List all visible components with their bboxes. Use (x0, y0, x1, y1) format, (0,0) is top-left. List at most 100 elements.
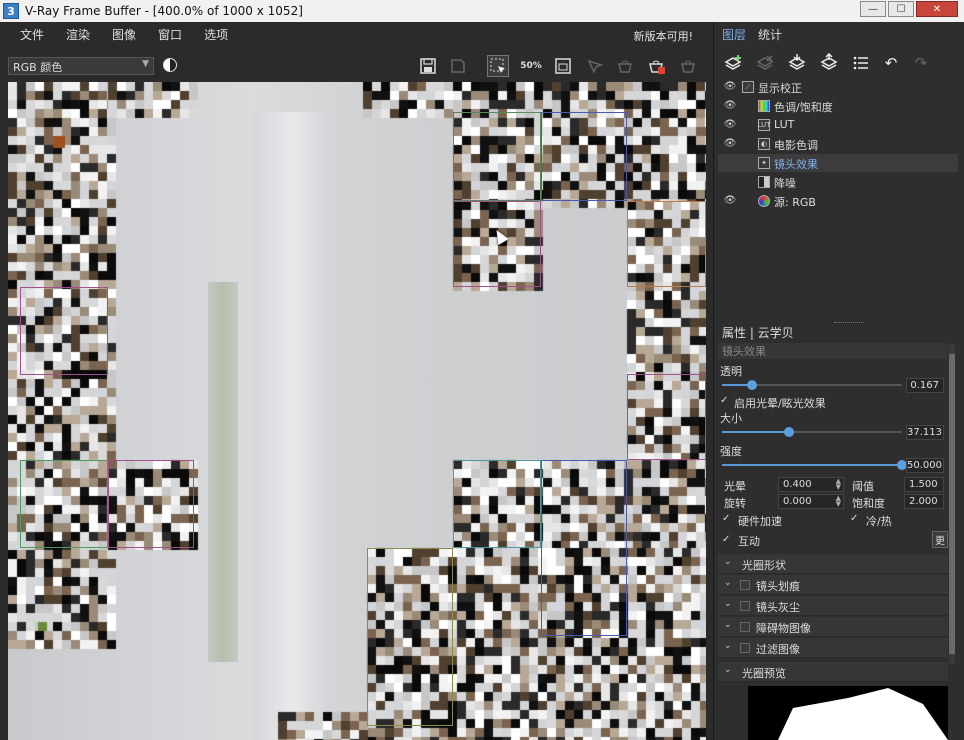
opacity-slider-knob[interactable] (747, 380, 758, 390)
lut-icon: LUT (757, 119, 771, 131)
chevron-down-icon: ⌄ (724, 557, 732, 567)
layer-item-denoise[interactable]: 降噪 (718, 173, 958, 191)
size-label: 大小 (720, 412, 742, 425)
lens-effects-icon: ✦ (758, 157, 770, 169)
menu-window[interactable]: 窗口 (158, 26, 182, 43)
region-select-icon[interactable] (487, 55, 509, 77)
size-value[interactable]: 37.113 (906, 425, 944, 440)
section-label: 障碍物图像 (756, 622, 811, 635)
fit-view-icon[interactable] (552, 55, 574, 77)
size-slider[interactable] (722, 427, 902, 437)
list-menu-icon[interactable] (850, 52, 872, 74)
panel-tabs: 图层 统计 (714, 26, 964, 44)
properties-scroll-thumb[interactable] (949, 354, 955, 654)
tab-stats[interactable]: 统计 (756, 26, 784, 44)
eye-icon[interactable]: 👁 (722, 100, 738, 111)
section-lens-dust[interactable]: ⌄ 镜头灰尘 (718, 596, 948, 616)
title-bar: 3 V-Ray Frame Buffer - [400.0% of 1000 x… (0, 0, 964, 22)
layer-item-lens-effects[interactable]: ✦ 镜头效果 (718, 154, 958, 172)
remove-layer-icon[interactable] (754, 52, 776, 74)
spinner-arrows-icon[interactable]: ▲ ▼ (836, 478, 841, 491)
section-label: 镜头划痕 (756, 580, 800, 593)
close-button[interactable]: ✕ (916, 1, 958, 17)
save-all-icon[interactable] (447, 55, 469, 77)
render-bucket (367, 548, 453, 726)
menu-image[interactable]: 图像 (112, 26, 136, 43)
layer-item-hue-saturation[interactable]: 👁 色调/饱和度 (718, 97, 958, 115)
chevron-down-icon: ⌄ (724, 599, 732, 609)
intensity-slider[interactable] (722, 460, 907, 470)
layer-label: 镜头效果 (774, 158, 818, 171)
section-lens-scratches[interactable]: ⌄ 镜头划痕 (718, 575, 948, 595)
render-bucket (20, 287, 108, 375)
intensity-value[interactable]: 50.000 (906, 458, 944, 473)
save-layers-icon[interactable] (786, 52, 808, 74)
minimize-button[interactable]: — (860, 1, 886, 17)
properties-scrollbar[interactable] (949, 344, 955, 664)
track-mouse-icon[interactable] (584, 55, 606, 77)
interactive-label: 互动 (738, 535, 760, 548)
eye-icon[interactable]: 👁 (722, 138, 738, 149)
bloom-label: 光晕 (724, 480, 746, 493)
section-checkbox[interactable] (740, 643, 750, 653)
render-bucket (541, 460, 627, 636)
channel-select[interactable]: RGB 颜色 ▼ (8, 57, 154, 75)
section-checkbox[interactable] (740, 622, 750, 632)
layer-item-lut[interactable]: 👁 LUT LUT (718, 116, 958, 134)
chevron-down-icon: ▼ (142, 59, 149, 69)
section-checkbox[interactable] (740, 580, 750, 590)
saturation-value: 2.000 (909, 496, 938, 507)
section-aperture-shape[interactable]: ⌄ 光圈形状 (718, 554, 948, 574)
bucket-icon[interactable] (614, 55, 636, 77)
section-aperture-preview[interactable]: ⌄ 光圈预览 (718, 662, 948, 682)
clear-icon[interactable] (677, 55, 699, 77)
threshold-spinner[interactable]: 1.500 (904, 477, 944, 492)
maximize-button[interactable]: ☐ (888, 1, 914, 17)
window-controls: — ☐ ✕ (860, 1, 958, 17)
eye-icon[interactable]: 👁 (722, 119, 738, 130)
layer-item-filmic[interactable]: 👁 ◐ 电影色调 (718, 135, 958, 153)
opacity-slider[interactable] (722, 380, 902, 390)
section-checkbox[interactable] (740, 601, 750, 611)
section-obstacle-image[interactable]: ⌄ 障碍物图像 (718, 617, 948, 637)
mono-toggle-icon[interactable] (163, 58, 177, 72)
bloom-spinner[interactable]: 0.400 ▲ ▼ (778, 477, 844, 492)
rotation-spinner[interactable]: 0.000 ▲ ▼ (778, 494, 844, 509)
saturation-label: 饱和度 (852, 497, 885, 510)
checkmark-icon[interactable]: ✓ (720, 396, 730, 406)
checkmark-icon[interactable]: ✓ (722, 514, 732, 524)
undo-icon[interactable]: ↶ (880, 52, 902, 74)
save-icon[interactable] (417, 55, 439, 77)
load-layers-icon[interactable] (818, 52, 840, 74)
hw-accel-label: 硬件加速 (738, 515, 782, 528)
layer-item-source-rgb[interactable]: 👁 源: RGB (718, 192, 958, 210)
saturation-spinner[interactable]: 2.000 (904, 494, 944, 509)
vray-app-icon: 3 (3, 3, 19, 19)
menu-file[interactable]: 文件 (20, 26, 44, 43)
update-notice-link[interactable]: 新版本可用! (634, 28, 693, 44)
zoom-50-icon[interactable]: 50% (520, 55, 542, 77)
add-layer-icon[interactable] (722, 52, 744, 74)
layer-item-display-correction[interactable]: 👁 ⟋ 显示校正 (718, 78, 958, 96)
menu-render[interactable]: 渲染 (66, 26, 90, 43)
enable-bloom-label: 启用光晕/眩光效果 (734, 397, 826, 410)
section-filter-image[interactable]: ⌄ 过滤图像 (718, 638, 948, 658)
checkmark-icon[interactable]: ✓ (850, 514, 860, 524)
opacity-value[interactable]: 0.167 (906, 378, 944, 393)
stop-render-icon[interactable] (646, 55, 668, 77)
update-button[interactable]: 更 (932, 531, 948, 548)
size-slider-knob[interactable] (783, 427, 794, 437)
opacity-label: 透明 (720, 365, 742, 378)
chevron-down-icon: ⌄ (724, 578, 732, 588)
redo-icon[interactable]: ↷ (910, 52, 932, 74)
render-viewport[interactable] (8, 82, 706, 740)
spinner-arrows-icon[interactable]: ▲ ▼ (836, 495, 841, 508)
eye-icon[interactable]: 👁 (722, 195, 738, 206)
eye-icon[interactable]: 👁 (722, 81, 738, 92)
section-label: 光圈形状 (742, 559, 786, 572)
menu-options[interactable]: 选项 (204, 26, 228, 43)
tab-layers[interactable]: 图层 (720, 26, 748, 44)
layer-label: 源: RGB (774, 196, 816, 209)
checkmark-icon[interactable]: ✓ (722, 535, 732, 545)
source-rgb-icon (758, 195, 770, 207)
